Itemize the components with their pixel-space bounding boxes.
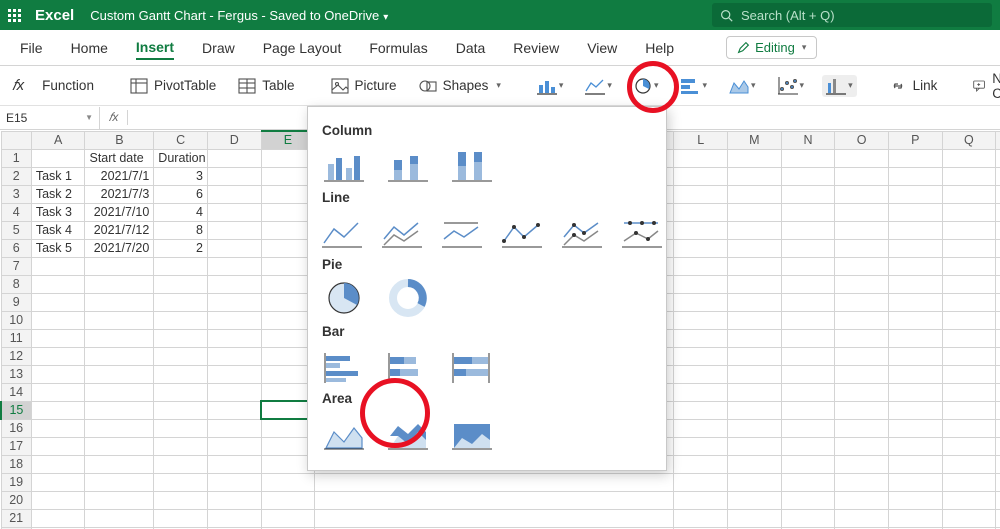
chevron-down-icon: ▾ [802,42,807,53]
document-title[interactable]: Custom Gantt Chart - Fergus - Saved to O… [90,8,388,23]
stacked-bar-100-icon[interactable] [450,347,494,383]
name-box[interactable]: E15▼ [0,107,100,129]
chevron-down-icon: ▾ [383,12,388,23]
section-line: Line [322,190,652,205]
col-header[interactable]: D [207,131,261,149]
bar-chart-button[interactable]: ▾ [676,75,711,97]
pivottable-button[interactable]: PivotTable [126,76,220,96]
new-comment-button[interactable]: New Comment [969,69,1000,103]
clustered-column-icon[interactable] [322,146,366,182]
other-charts-button[interactable]: ▾ [822,75,857,97]
ribbon-tabs: File Home Insert Draw Page Layout Formul… [0,30,1000,66]
section-column: Column [322,123,652,138]
section-pie: Pie [322,257,652,272]
stacked-bar-icon[interactable] [386,347,430,383]
col-header[interactable]: L [674,131,728,149]
title-bar: Excel Custom Gantt Chart - Fergus - Save… [0,0,1000,30]
tab-review[interactable]: Review [513,40,559,56]
select-all-corner[interactable] [1,131,31,149]
tab-formulas[interactable]: Formulas [369,40,427,56]
search-icon [720,9,733,22]
col-header[interactable]: N [781,131,835,149]
section-bar: Bar [322,324,652,339]
col-header[interactable]: C [154,131,208,149]
chart-types-panel: Column Line Pie Bar Area [307,106,667,471]
col-header[interactable]: Q [942,131,996,149]
stacked-area-100-icon[interactable] [450,414,494,450]
clustered-bar-icon[interactable] [322,347,366,383]
stacked-column-icon[interactable] [386,146,430,182]
col-header[interactable]: A [31,131,85,149]
tab-view[interactable]: View [587,40,617,56]
pie-chart-button[interactable]: ▾ [630,75,663,97]
area-icon[interactable] [322,414,366,450]
table-button[interactable]: Table [234,76,298,96]
stacked-line-100-markers-icon[interactable] [622,213,662,249]
scatter-chart-button[interactable]: ▾ [774,75,809,97]
tab-insert[interactable]: Insert [136,39,174,60]
stacked-line-100-icon[interactable] [442,213,482,249]
section-area: Area [322,391,652,406]
tab-page-layout[interactable]: Page Layout [263,40,342,56]
search-input[interactable]: Search (Alt + Q) [712,3,992,27]
app-name: Excel [35,7,74,24]
tab-draw[interactable]: Draw [202,40,235,56]
shapes-button[interactable]: Shapes▾ [415,76,505,96]
column-chart-button[interactable]: ▾ [533,75,568,97]
tab-help[interactable]: Help [645,40,674,56]
pie-icon[interactable] [322,280,366,316]
editing-mode-button[interactable]: Editing ▾ [726,36,817,59]
link-button[interactable]: Link [885,76,942,96]
stacked-column-100-icon[interactable] [450,146,494,182]
app-launcher-icon[interactable] [8,9,21,22]
col-header[interactable]: P [888,131,942,149]
doughnut-icon[interactable] [386,280,430,316]
col-header[interactable]: M [728,131,782,149]
tab-file[interactable]: File [20,40,43,56]
fx-icon[interactable]: 𝑓x [100,110,128,125]
tab-data[interactable]: Data [456,40,486,56]
stacked-line-icon[interactable] [382,213,422,249]
col-header[interactable]: B [85,131,154,149]
area-chart-button[interactable]: ▾ [725,75,760,97]
col-header[interactable]: O [835,131,889,149]
tab-home[interactable]: Home [71,40,108,56]
ribbon-insert: 𝑓x Function PivotTable Table Picture Sha… [0,66,1000,106]
col-header[interactable]: R [996,131,1000,149]
stacked-line-markers-icon[interactable] [562,213,602,249]
function-button[interactable]: Function [38,76,98,95]
search-placeholder: Search (Alt + Q) [741,8,835,23]
fx-label: 𝑓x [12,77,24,94]
picture-button[interactable]: Picture [327,76,401,96]
line-chart-button[interactable]: ▾ [581,75,616,97]
stacked-area-icon[interactable] [386,414,430,450]
line-markers-icon[interactable] [502,213,542,249]
line-icon[interactable] [322,213,362,249]
